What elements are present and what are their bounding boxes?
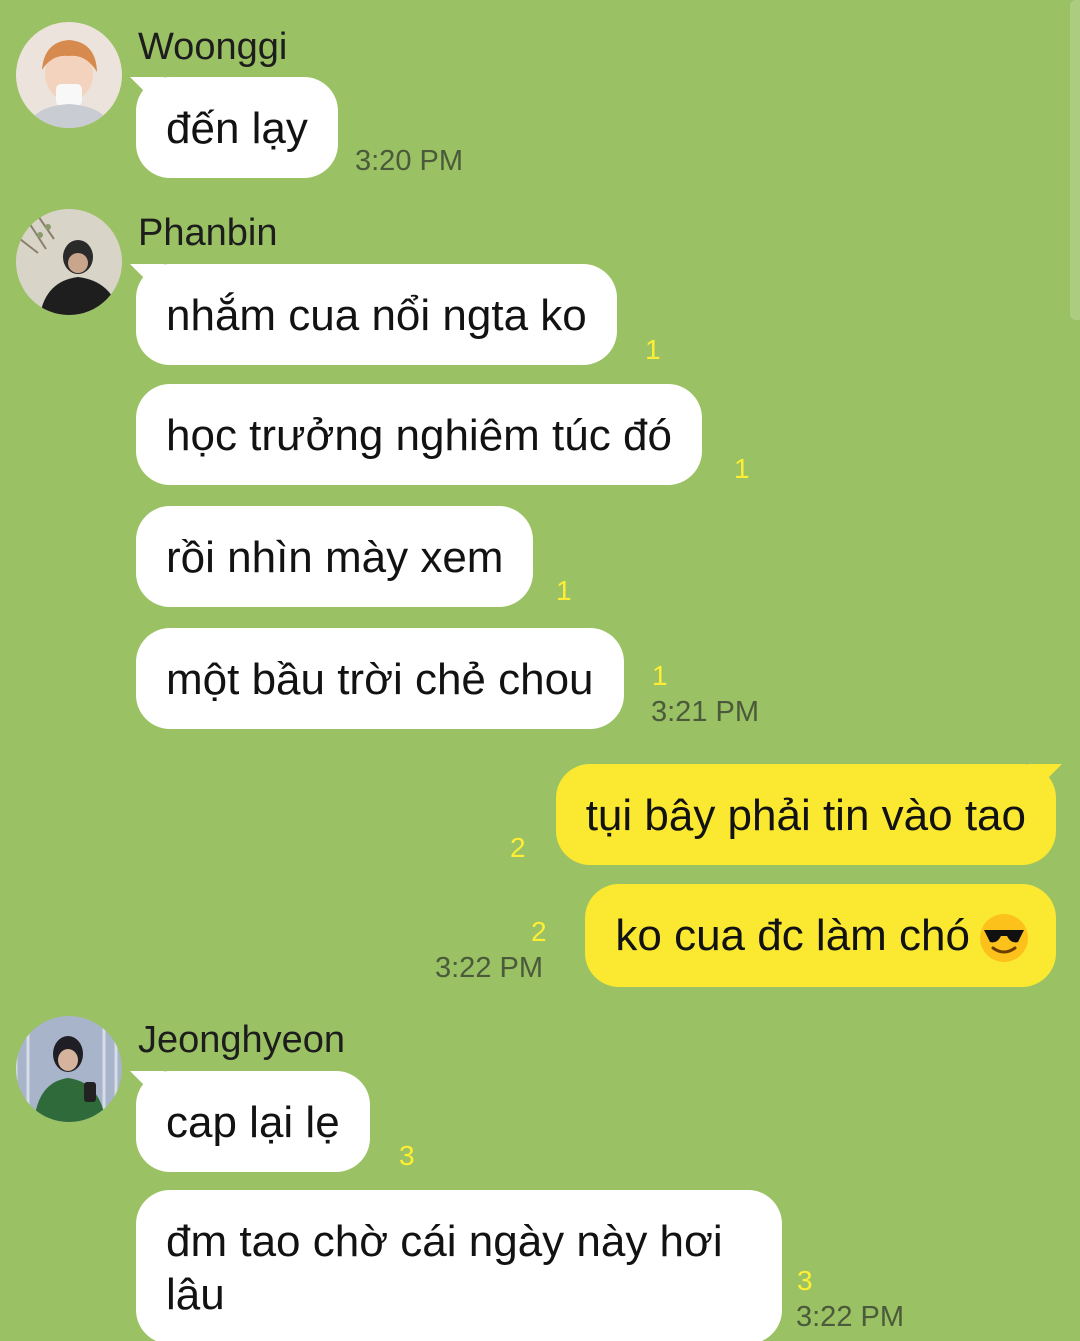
message-text: cap lại lẹ [166, 1098, 340, 1147]
unread-count: 3 [399, 1140, 415, 1171]
message-bubble[interactable]: nhắm cua nổi ngta ko [136, 264, 617, 365]
unread-count: 1 [556, 575, 572, 606]
message-bubble[interactable]: một bầu trời chẻ chou [136, 628, 624, 729]
message-timestamp: 3:20 PM [355, 145, 463, 177]
message-text: nhắm cua nổi ngta ko [166, 291, 587, 340]
message-bubble-outgoing[interactable]: ko cua đc làm chó [585, 884, 1056, 988]
message-text: lâu [166, 1270, 225, 1319]
sender-name: Phanbin [138, 212, 278, 254]
message-text: ko cua đc làm chó [615, 911, 970, 960]
avatar-jeonghyeon[interactable] [16, 1016, 122, 1122]
message-text: đm tao chờ cái ngày này hơi [166, 1217, 723, 1266]
message-text: học trưởng nghiêm túc đó [166, 411, 672, 460]
message-text: đến lạy [166, 104, 308, 153]
unread-count: 1 [734, 453, 750, 484]
scrollbar[interactable] [1070, 0, 1080, 320]
message-bubble[interactable]: đm tao chờ cái ngày này hơi lâu [136, 1190, 782, 1341]
sender-name: Jeonghyeon [138, 1019, 346, 1061]
message-text: tụi bây phải tin vào tao [585, 791, 1026, 840]
message-bubble[interactable]: rồi nhìn mày xem [136, 506, 534, 607]
unread-count: 1 [652, 660, 668, 691]
message-bubble[interactable]: đến lạy [136, 77, 338, 178]
message-bubble[interactable]: học trưởng nghiêm túc đó [136, 384, 702, 485]
avatar-phanbin[interactable] [16, 209, 122, 315]
chat-view[interactable]: Woonggi đến lạy 3:20 PM Phanbin nhắm cua… [0, 0, 1080, 1341]
unread-count: 2 [531, 916, 547, 947]
unread-count: 1 [645, 334, 661, 365]
message-bubble[interactable]: cap lại lẹ [136, 1071, 370, 1172]
unread-count: 3 [797, 1265, 813, 1296]
message-timestamp: 3:22 PM [796, 1301, 904, 1333]
message-text: rồi nhìn mày xem [166, 533, 504, 582]
avatar-woonggi[interactable] [16, 22, 122, 128]
message-timestamp: 3:21 PM [651, 696, 759, 728]
message-timestamp: 3:22 PM [435, 952, 543, 984]
smiling-face-with-sunglasses-icon [978, 912, 1030, 964]
unread-count: 2 [510, 832, 526, 863]
message-text: một bầu trời chẻ chou [166, 655, 594, 704]
message-bubble-outgoing[interactable]: tụi bây phải tin vào tao [555, 764, 1056, 865]
sender-name: Woonggi [138, 26, 288, 68]
